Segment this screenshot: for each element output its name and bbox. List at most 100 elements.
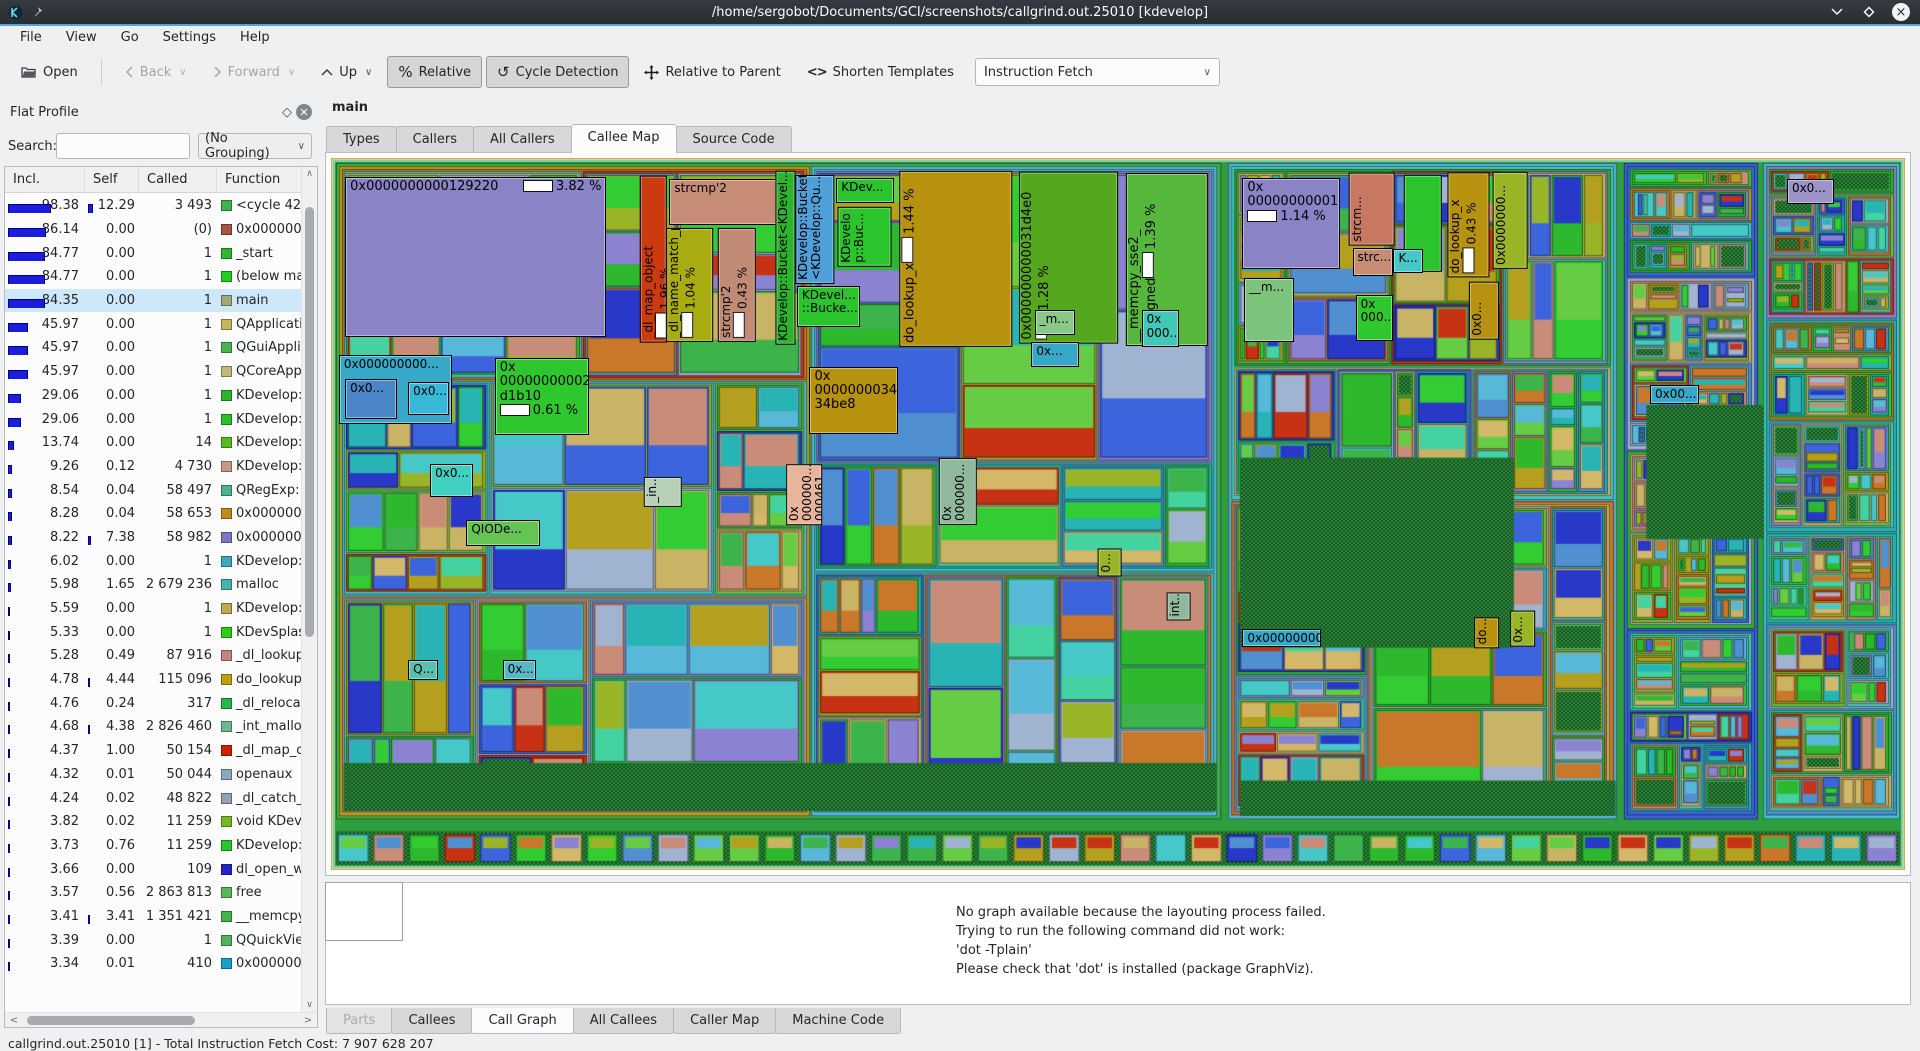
table-row[interactable]: 4.684.382 826 460_int_mallo [5,715,301,739]
table-row[interactable]: 5.330.001KDevSplash [5,620,301,644]
table-row[interactable]: 3.660.00109dl_open_w [5,857,301,881]
table-row[interactable]: 5.280.4987 916_dl_lookup [5,644,301,668]
table-row[interactable]: 84.770.001_start [5,241,301,265]
search-input[interactable] [56,133,190,159]
treemap-block[interactable]: do... [1474,617,1499,648]
event-type-select[interactable]: Instruction Fetch ∨ [975,58,1220,86]
vscroll-thumb[interactable] [305,207,314,637]
shorten-templates-button[interactable]: <> Shorten Templates [796,58,965,87]
treemap-block[interactable]: strcmp'2 [669,179,778,225]
table-row[interactable]: 4.371.0050 154_dl_map_o [5,739,301,763]
vertical-scrollbar[interactable]: ∧ ∨ [301,167,317,1012]
hscroll-thumb[interactable] [27,1016,195,1025]
table-row[interactable]: 4.784.44115 096do_lookup [5,668,301,692]
table-header[interactable]: Incl.SelfCalledFunction [5,167,317,193]
table-row[interactable]: 8.280.0458 6530x00000000 [5,502,301,526]
treemap-block[interactable]: K... [1393,249,1423,272]
table-row[interactable]: 3.570.562 863 813free [5,881,301,905]
treemap-block[interactable]: _dl_name_match_p1.04 % [666,228,713,342]
treemap-block[interactable]: 0x 00000000340 34be8 [809,367,897,434]
treemap-block[interactable]: int... [1167,592,1191,620]
table-row[interactable]: 5.981.652 679 236malloc [5,573,301,597]
table-row[interactable]: 3.390.001QQuickVie [5,928,301,952]
relative-toggle-button[interactable]: % Relative [387,56,482,88]
treemap-block[interactable]: 0x... [1031,342,1078,366]
table-row[interactable]: 84.350.001main [5,289,301,313]
scroll-right-icon[interactable]: > [299,1015,317,1026]
table-row[interactable]: 29.060.001KDevelop:: [5,407,301,431]
treemap-block[interactable]: 0x0... [1787,179,1834,204]
treemap-block[interactable]: 0x0... [1469,282,1499,340]
grouping-select[interactable]: (No Grouping) ∨ [198,133,312,159]
tab-callees[interactable]: Callees [391,1008,472,1034]
treemap-block[interactable]: 0x 00000000002 d1b100.61 % [495,358,589,435]
treemap-block[interactable]: 0x0... [408,382,449,415]
treemap-block[interactable]: Q... [408,660,438,680]
treemap-block[interactable]: 0x00000000... [1242,629,1321,648]
treemap-block[interactable]: _in... [644,477,682,507]
treemap-block[interactable]: 0x0... [345,379,397,419]
table-row[interactable]: 6.020.001KDevelop:: [5,549,301,573]
close-dock-icon[interactable]: ✕ [296,104,312,120]
tab-callers[interactable]: Callers [396,126,474,153]
table-row[interactable]: 13.740.0014KDevelop:: [5,431,301,455]
menu-go[interactable]: Go [111,28,149,47]
treemap-block[interactable]: strc... [1353,248,1394,276]
table-row[interactable]: 3.413.411 351 421__memcpy [5,905,301,929]
treemap-block[interactable]: strcm... [1349,173,1395,246]
table-row[interactable]: 3.820.0211 259void KDeve [5,810,301,834]
table-row[interactable]: 4.760.24317_dl_relocat [5,691,301,715]
table-row[interactable]: 29.060.001KDevelop:: [5,384,301,408]
table-row[interactable]: 5.590.001KDevelop:: [5,597,301,621]
pin-icon[interactable] [31,6,43,18]
menu-file[interactable]: File [10,28,52,47]
treemap-block[interactable]: __m... [1244,278,1294,341]
treemap-block[interactable]: QIODe... [466,520,540,546]
treemap-block[interactable]: _m... [1035,310,1076,335]
treemap-block[interactable]: 0x 000... [1142,310,1180,347]
menu-help[interactable]: Help [230,28,280,47]
table-row[interactable]: 9.260.124 730KDevelop:: [5,455,301,479]
treemap-block[interactable]: 0x 000000... 000461... [786,464,822,525]
table-row[interactable]: 45.970.001QApplicatio [5,312,301,336]
treemap-block[interactable]: do_lookup_x1.44 % [899,171,1012,347]
treemap-block[interactable]: KDevelop::Bucket<KDevel... [775,171,795,345]
treemap-block[interactable]: KDevel... ::Bucke... [797,286,860,327]
treemap-block[interactable]: 0x 00000000001292201.14 % [1242,178,1340,269]
treemap-block[interactable]: KDevelo p::Buc... [838,207,892,267]
table-row[interactable]: 45.970.001QCoreAppl [5,360,301,384]
table-row[interactable]: 3.730.7611 259KDevelop:: [5,834,301,858]
horizontal-scrollbar[interactable]: < > [5,1012,317,1027]
treemap-block[interactable]: 0... [1098,548,1122,576]
open-button[interactable]: Open [10,58,89,87]
tab-call-graph[interactable]: Call Graph [471,1008,573,1034]
treemap-block[interactable]: 0x 000000... [939,458,977,525]
cycle-detection-toggle-button[interactable]: ↺ Cycle Detection [486,56,629,88]
back-button[interactable]: Back∨ [114,58,198,87]
table-row[interactable]: 8.540.0458 497QRegExp::c [5,478,301,502]
graph-overview-box[interactable] [325,882,403,941]
table-row[interactable]: 86.140.00(0)0x00000000 [5,218,301,242]
tab-source-code[interactable]: Source Code [676,126,792,153]
tab-caller-map[interactable]: Caller Map [673,1008,776,1034]
menu-settings[interactable]: Settings [153,28,226,47]
float-dock-icon[interactable]: ◇ [278,103,296,121]
tab-machine-code[interactable]: Machine Code [775,1008,901,1034]
minimize-icon[interactable] [1828,3,1846,21]
treemap-block[interactable]: 0x... [1510,611,1535,647]
table-row[interactable]: 4.240.0248 822_dl_catch_ [5,786,301,810]
treemap-block[interactable]: KDevelop::Bucket <KDevelop::Qu... [795,175,834,284]
scroll-left-icon[interactable]: < [5,1015,23,1026]
tab-callee-map[interactable]: Callee Map [571,124,677,153]
treemap-block[interactable]: 3.82 %0x0000000000129220 [345,177,606,338]
treemap-block[interactable]: do_lookup_x0.43 % [1447,172,1489,277]
treemap-block[interactable]: 0x... [503,660,536,680]
scroll-down-icon[interactable]: ∨ [302,1000,317,1010]
treemap-block[interactable]: 0x 000... [1356,295,1394,341]
up-button[interactable]: Up∨ [310,58,383,87]
treemap-block[interactable]: strcmp'20.43 % [718,228,756,342]
tab-types[interactable]: Types [326,126,397,153]
treemap-block[interactable]: 0x00... [1650,385,1699,404]
tab-all-callers[interactable]: All Callers [473,126,572,153]
table-row[interactable]: 4.320.0150 044openaux [5,763,301,787]
